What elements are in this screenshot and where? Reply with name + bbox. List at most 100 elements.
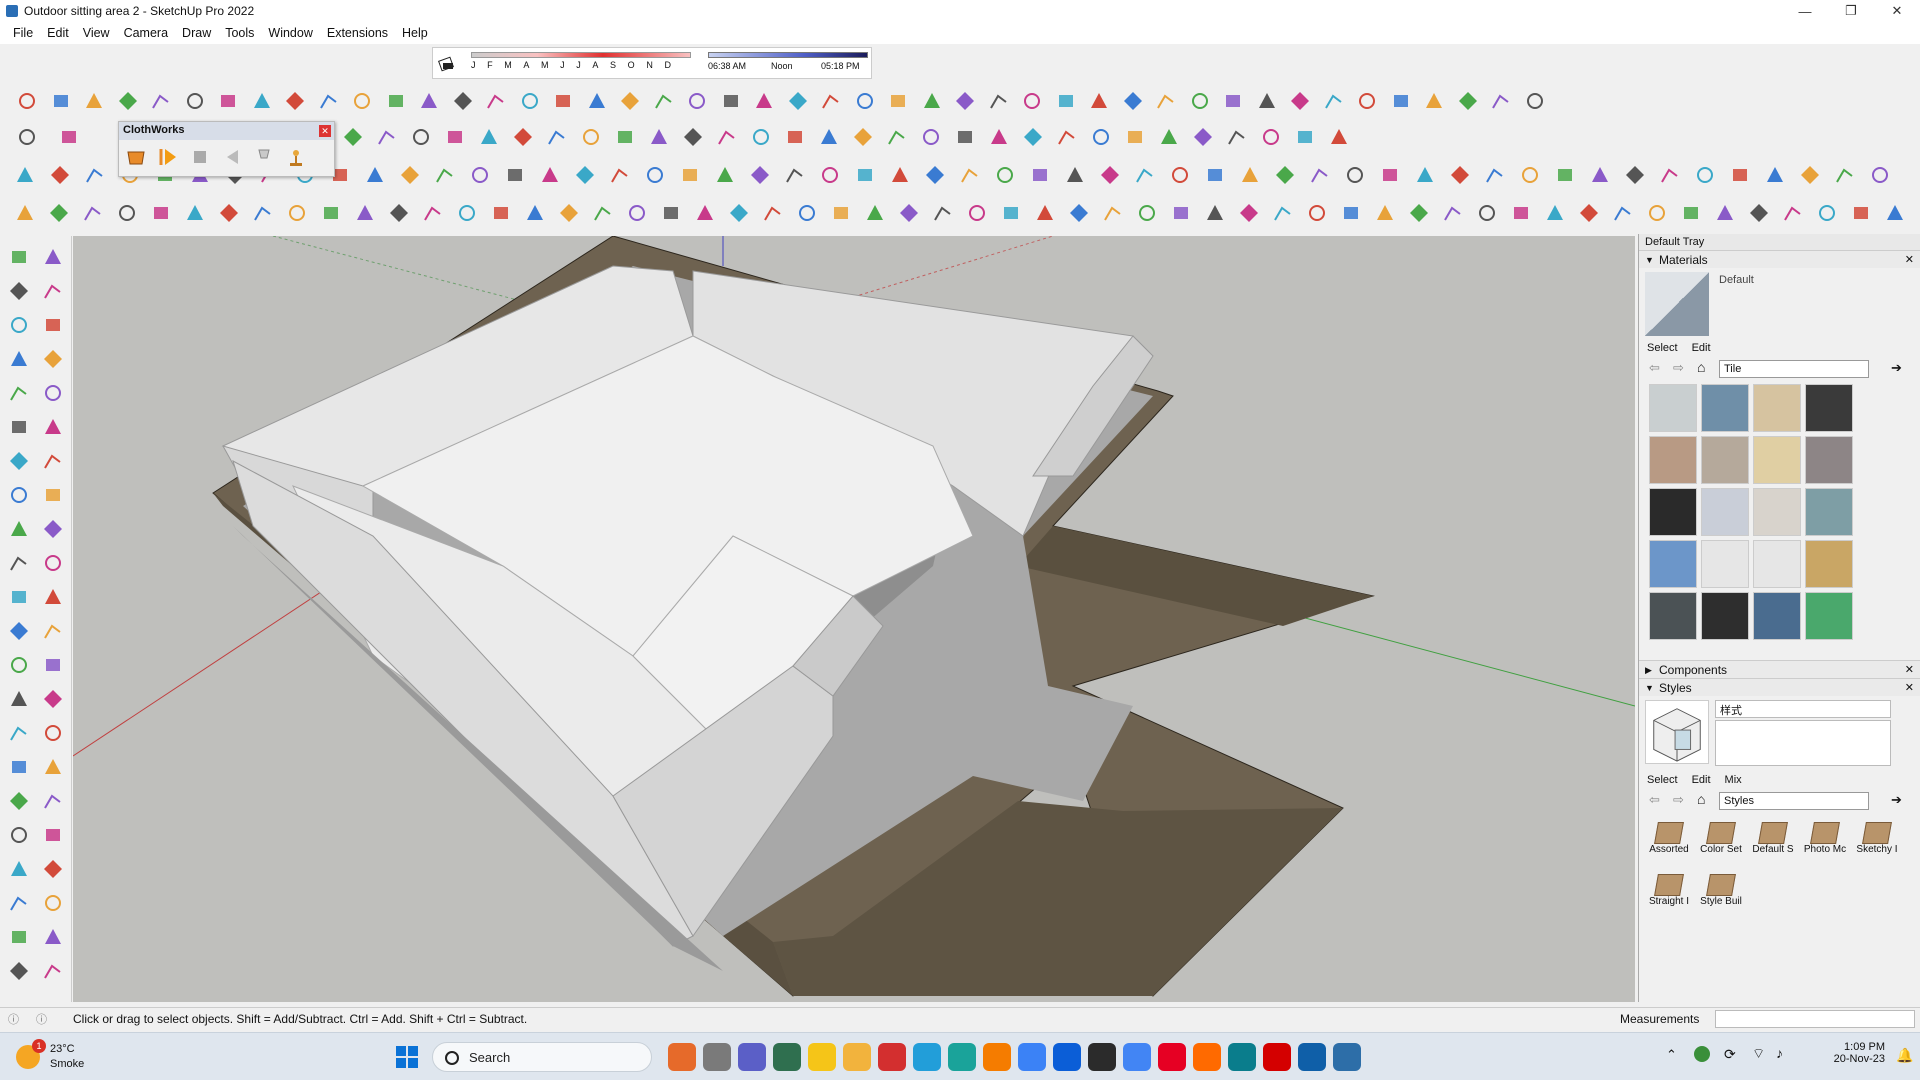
toolbar-button[interactable] [1746,200,1772,226]
left-tool-button[interactable] [40,856,68,884]
menu-view[interactable]: View [76,26,117,40]
material-swatch[interactable] [1649,540,1697,588]
styles-tab-edit[interactable]: Edit [1692,774,1711,786]
toolbar-button[interactable] [1488,88,1514,114]
close-button[interactable]: ✕ [1874,0,1920,22]
time-slider[interactable] [708,52,868,58]
toolbar-button[interactable] [48,88,74,114]
toolbar-button[interactable] [642,162,668,188]
toolbar-button[interactable] [1202,162,1228,188]
material-swatch[interactable] [1805,384,1853,432]
left-tool-button[interactable] [40,822,68,850]
style-collection-item[interactable]: Photo Mc [1801,816,1849,864]
toolbar-button[interactable] [952,124,978,150]
toolbar-button[interactable] [919,88,945,114]
toolbar-button[interactable] [1342,162,1368,188]
play-icon[interactable] [157,146,179,168]
toolbar-button[interactable] [922,162,948,188]
toolbar-button[interactable] [182,200,208,226]
left-tool-button[interactable] [6,414,34,442]
zoom-extents-button[interactable] [14,124,40,150]
toolbar-button[interactable] [1867,162,1893,188]
toolbar-button[interactable] [1882,200,1908,226]
left-tool-button[interactable] [6,924,34,952]
toolbar-button[interactable] [1054,124,1080,150]
toolbar-button[interactable] [1292,124,1318,150]
left-tool-button[interactable] [6,822,34,850]
menu-extensions[interactable]: Extensions [320,26,395,40]
left-tool-button[interactable] [40,720,68,748]
material-swatch[interactable] [1753,592,1801,640]
material-swatch[interactable] [1701,592,1749,640]
toolbar-button[interactable] [1202,200,1228,226]
left-tool-button[interactable] [40,618,68,646]
toolbar-button[interactable] [502,162,528,188]
toolbar-button[interactable] [782,162,808,188]
toolbar-button[interactable] [1122,124,1148,150]
material-swatch[interactable] [1805,592,1853,640]
material-swatch[interactable] [1701,488,1749,536]
toolbar-button[interactable] [816,124,842,150]
toolbar-button[interactable] [550,88,576,114]
menu-tools[interactable]: Tools [218,26,261,40]
left-tool-button[interactable] [6,346,34,374]
toolbar-button[interactable] [316,88,342,114]
toolbar-button[interactable] [537,162,563,188]
toolbar-button[interactable] [896,200,922,226]
toolbar-button[interactable] [1304,200,1330,226]
toolbar-button[interactable] [590,200,616,226]
components-panel-header[interactable]: ▶ Components ✕ [1639,660,1920,678]
toolbar-button[interactable] [884,124,910,150]
left-tool-button[interactable] [40,516,68,544]
toolbar-button[interactable] [46,200,72,226]
left-tool-button[interactable] [40,958,68,986]
menu-help[interactable]: Help [395,26,435,40]
toolbar-button[interactable] [692,200,718,226]
toolbar-button[interactable] [1372,200,1398,226]
toolbar-button[interactable] [684,88,710,114]
toolbar-button[interactable] [517,88,543,114]
taskbar-app-icon[interactable] [738,1043,766,1071]
volume-icon[interactable]: ♪ [1776,1045,1783,1061]
toolbar-button[interactable] [817,162,843,188]
toolbar-button[interactable] [216,200,242,226]
materials-tab-edit[interactable]: Edit [1692,342,1711,354]
toolbar-button[interactable] [1019,88,1045,114]
toolbar-button[interactable] [318,200,344,226]
toolbar-button[interactable] [760,200,786,226]
toolbar-button[interactable] [1412,162,1438,188]
toolbar-button[interactable] [1066,200,1092,226]
left-tool-button[interactable] [40,278,68,306]
style-collection-item[interactable]: Default S [1749,816,1797,864]
material-swatch[interactable] [1701,384,1749,432]
toolbar-button[interactable] [467,162,493,188]
toolbar-button[interactable] [148,88,174,114]
style-collection-item[interactable]: Straight I [1645,868,1693,916]
style-name-field[interactable]: 样式 [1715,700,1891,718]
toolbar-button[interactable] [1780,200,1806,226]
toolbar-button[interactable] [1236,200,1262,226]
toolbar-button[interactable] [383,88,409,114]
toolbar-button[interactable] [1224,124,1250,150]
toolbar-button[interactable] [1421,88,1447,114]
toolbar-button[interactable] [1832,162,1858,188]
menu-file[interactable]: File [6,26,40,40]
toolbar-button[interactable] [1542,200,1568,226]
home-icon[interactable]: ⌂ [1697,359,1705,375]
toolbar-button[interactable] [952,88,978,114]
toolbar-button[interactable] [748,124,774,150]
left-tool-button[interactable] [6,448,34,476]
taskbar-search[interactable]: Search [432,1042,652,1072]
toolbar-button[interactable] [964,200,990,226]
toolbar-button[interactable] [624,200,650,226]
toolbar-button[interactable] [1508,200,1534,226]
left-tool-button[interactable] [6,516,34,544]
left-tool-button[interactable] [6,312,34,340]
panel-close-icon[interactable]: ✕ [1905,681,1914,694]
taskbar-app-icon[interactable] [1053,1043,1081,1071]
rewind-icon[interactable] [221,146,243,168]
instructor-icon[interactable]: ⓘ [36,1011,47,1027]
toolbar-button[interactable] [1814,200,1840,226]
materials-tab-select[interactable]: Select [1647,342,1678,354]
toolbar-button[interactable] [1153,88,1179,114]
